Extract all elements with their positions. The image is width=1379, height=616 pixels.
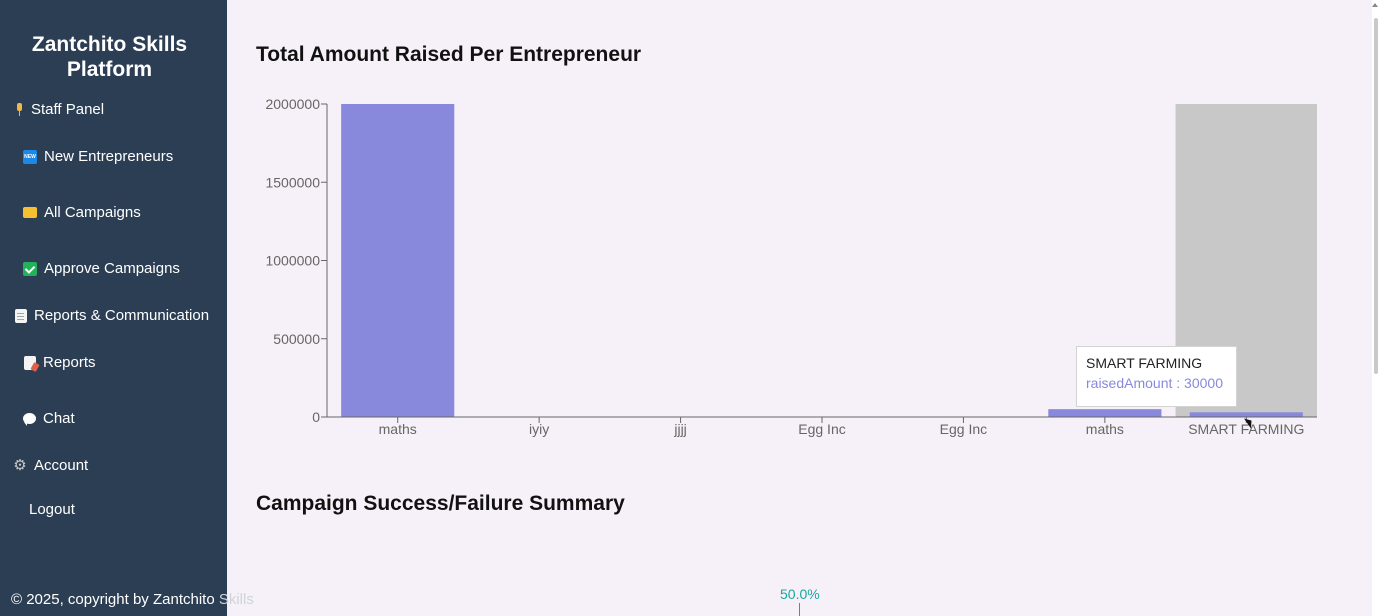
y-tick-label: 500000 (273, 331, 320, 347)
y-tick-label: 1000000 (265, 253, 320, 269)
x-tick-label: jjjj (673, 421, 686, 437)
scroll-up-icon[interactable] (1372, 3, 1378, 7)
y-tick-label: 0 (312, 409, 320, 425)
scrollbar-thumb[interactable] (1374, 18, 1378, 374)
x-tick-label: SMART FARMING (1188, 421, 1304, 437)
x-tick-label: maths (379, 421, 417, 437)
bar[interactable] (341, 104, 455, 417)
x-tick-label: Egg Inc (798, 421, 845, 437)
x-tick-label: Egg Inc (940, 421, 987, 437)
y-tick-label: 1500000 (265, 174, 320, 190)
scrollbar[interactable] (1372, 0, 1379, 616)
bar-chart: 0 500000 1000000 1500000 2000000 maths iyiy jjj… (265, 96, 1317, 437)
pie-percent-label: 50.0% (780, 586, 820, 602)
tooltip-value: raisedAmount : 30000 (1086, 375, 1223, 391)
tooltip-title: SMART FARMING (1086, 355, 1203, 371)
y-tick-label: 2000000 (265, 96, 320, 112)
bar[interactable] (1048, 409, 1162, 417)
chart-tooltip: SMART FARMING raisedAmount : 30000 (1076, 346, 1237, 407)
x-tick-label: maths (1086, 421, 1124, 437)
x-tick-label: iyiy (529, 421, 549, 437)
summary-title: Campaign Success/Failure Summary (256, 492, 625, 515)
pie-label-line (799, 603, 800, 616)
